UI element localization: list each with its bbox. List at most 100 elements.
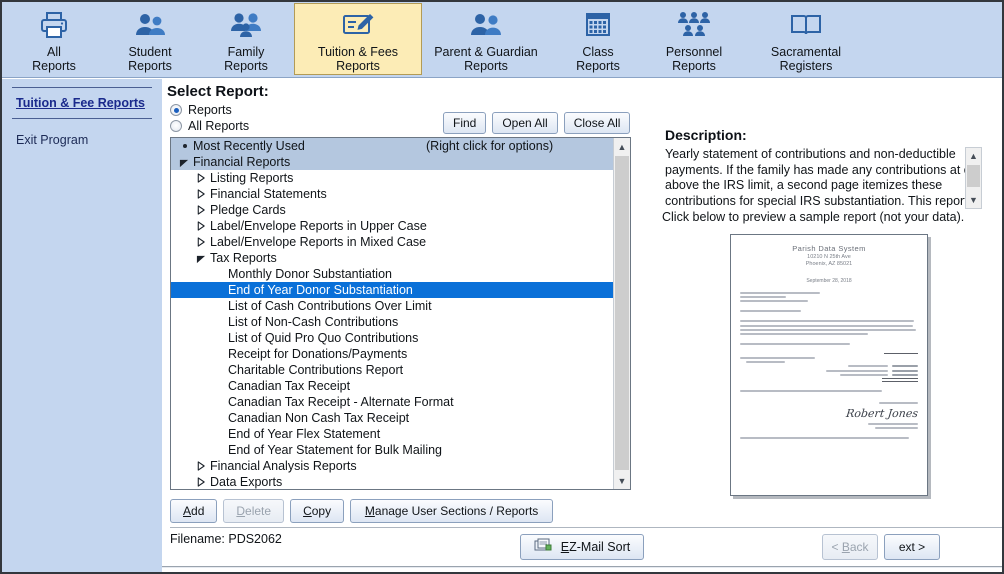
description-scroll-down-button[interactable]: ▼ — [966, 192, 981, 208]
tree-item[interactable]: Label/Envelope Reports in Mixed Case — [171, 234, 613, 250]
toolbar-item-family-reports[interactable]: Family Reports — [198, 3, 294, 75]
manage-user-sections-reports-button[interactable]: Manage User Sections / Reports — [350, 499, 554, 523]
toolbar-item-label: Sacramental Registers — [770, 45, 842, 73]
expanded-triangle-icon[interactable] — [196, 254, 206, 264]
students-icon — [128, 8, 172, 42]
back-button[interactable]: < Back — [822, 534, 878, 560]
tree-item[interactable]: Most Recently Used (Right click for optio… — [171, 138, 613, 154]
filename-label: Filename: PDS2062 — [170, 532, 282, 546]
tree-item-label: Monthly Donor Substantiation — [228, 267, 392, 281]
tree-item-label: End of Year Donor Substantiation — [228, 283, 413, 297]
toolbar-item-label: Class Reports — [576, 45, 620, 73]
preview-body-paragraph — [740, 320, 918, 335]
tree-item-label: Tax Reports — [210, 251, 277, 265]
toolbar-item-all-reports[interactable]: All Reports — [6, 3, 102, 75]
tree-toolbar: Find Open All Close All — [443, 112, 631, 134]
radio-all-reports-indicator — [170, 120, 182, 132]
copy-button[interactable]: Copy — [290, 499, 345, 523]
preview-page-content: Parish Data System 10210 N 25th Ave Phoe… — [740, 244, 919, 486]
radio-reports-label: Reports — [188, 103, 232, 117]
sample-report-preview[interactable]: Parish Data System 10210 N 25th Ave Phoe… — [730, 234, 928, 496]
radio-all-reports-label: All Reports — [188, 119, 250, 133]
ez-mail-sort-button[interactable]: EZ-Mail Sort — [520, 534, 644, 560]
tree-item-label: Pledge Cards — [210, 203, 286, 217]
collapsed-triangle-icon[interactable] — [196, 221, 206, 231]
toolbar-item-class-reports[interactable]: Class Reports — [550, 3, 646, 75]
sidebar-item-tuition-fee-reports[interactable]: Tuition & Fee Reports — [2, 88, 162, 118]
close-all-button[interactable]: Close All — [563, 112, 631, 134]
tree-item[interactable]: Canadian Tax Receipt — [171, 378, 613, 394]
tree-item-label: List of Non-Cash Contributions — [228, 315, 399, 329]
toolbar-item-student-reports[interactable]: Student Reports — [102, 3, 198, 75]
open-book-icon — [784, 8, 828, 42]
radio-reports[interactable]: Reports — [170, 103, 232, 117]
left-sidebar: Tuition & Fee Reports Exit Program — [2, 79, 162, 479]
collapsed-triangle-icon[interactable] — [196, 237, 206, 247]
tree-item[interactable]: Charitable Contributions Report — [171, 362, 613, 378]
preview-signature-block: Robert Jones — [740, 402, 919, 429]
tree-item[interactable]: Receipt for Donations/Payments — [171, 346, 613, 362]
tree-scroll-down-button[interactable]: ▼ — [614, 472, 630, 489]
tree-item[interactable]: End of Year Flex Statement — [171, 426, 613, 442]
description-scroll-up-button[interactable]: ▲ — [966, 148, 981, 164]
wizard-nav-buttons: < Back ext > — [822, 534, 940, 560]
tree-scrollbar-thumb[interactable] — [615, 156, 629, 470]
tree-item[interactable]: Listing Reports — [171, 170, 613, 186]
description-click-hint: Click below to preview a sample report (… — [662, 210, 965, 224]
tree-item-label: Receipt for Donations/Payments — [228, 347, 408, 361]
tree-item[interactable]: End of Year Statement for Bulk Mailing — [171, 442, 613, 458]
tree-item[interactable]: Financial Reports — [171, 154, 613, 170]
sidebar-filler — [2, 479, 162, 572]
delete-button[interactable]: Delete — [223, 499, 285, 523]
tree-item[interactable]: Financial Statements — [171, 186, 613, 202]
collapsed-triangle-icon[interactable] — [196, 477, 206, 487]
preview-recipient-block — [740, 292, 918, 303]
find-button[interactable]: Find — [443, 112, 487, 134]
tree-scrollbar[interactable]: ▲ ▼ — [613, 138, 630, 489]
parents-icon — [464, 8, 508, 42]
tree-item[interactable]: Canadian Tax Receipt - Alternate Format — [171, 394, 613, 410]
collapsed-triangle-icon[interactable] — [196, 173, 206, 183]
tree-item[interactable]: Pledge Cards — [171, 202, 613, 218]
radio-all-reports[interactable]: All Reports — [170, 119, 249, 133]
description-scrollbar-thumb[interactable] — [967, 165, 980, 187]
tree-item-label: Most Recently Used — [193, 139, 305, 153]
tree-item[interactable]: End of Year Donor Substantiation — [171, 282, 613, 298]
toolbar-item-personnel-reports[interactable]: Personnel Reports — [646, 3, 742, 75]
mail-sort-icon — [534, 537, 553, 557]
toolbar-item-label: Tuition & Fees Reports — [317, 45, 399, 73]
tree-item[interactable]: Financial Analysis Reports — [171, 458, 613, 474]
tree-item-label: Financial Analysis Reports — [210, 459, 357, 473]
tree-item-label: Financial Statements — [210, 187, 327, 201]
collapsed-triangle-icon[interactable] — [196, 205, 206, 215]
description-text: Yearly statement of contributions and no… — [665, 147, 980, 208]
ez-mail-sort-label: EZ-Mail Sort — [560, 540, 631, 554]
tree-item[interactable]: Data Exports — [171, 474, 613, 489]
tree-item[interactable]: List of Cash Contributions Over Limit — [171, 298, 613, 314]
tree-item[interactable]: Tax Reports — [171, 250, 613, 266]
report-tree[interactable]: Most Recently Used (Right click for optio… — [170, 137, 631, 490]
preview-letterhead: Parish Data System 10210 N 25th Ave Phoe… — [740, 244, 918, 284]
next-button[interactable]: ext > — [884, 534, 940, 560]
tree-item[interactable]: Canadian Non Cash Tax Receipt — [171, 410, 613, 426]
tree-item-label: Label/Envelope Reports in Mixed Case — [210, 235, 427, 249]
tree-item[interactable]: Monthly Donor Substantiation — [171, 266, 613, 282]
footer-divider — [162, 566, 1002, 568]
tree-scroll-up-button[interactable]: ▲ — [614, 138, 630, 155]
sidebar-item-exit-program[interactable]: Exit Program — [2, 119, 162, 155]
toolbar-item-sacramental-registers[interactable]: Sacramental Registers — [742, 3, 870, 75]
collapsed-triangle-icon[interactable] — [196, 189, 206, 199]
tree-item[interactable]: Label/Envelope Reports in Upper Case — [171, 218, 613, 234]
expanded-triangle-icon[interactable] — [179, 158, 189, 168]
description-scrollbar[interactable]: ▲ ▼ — [965, 147, 982, 209]
open-all-button[interactable]: Open All — [492, 112, 558, 134]
toolbar-item-tuition-and-fees-reports[interactable]: Tuition & Fees Reports — [294, 3, 422, 75]
tree-item[interactable]: List of Quid Pro Quo Contributions — [171, 330, 613, 346]
add-button[interactable]: Add — [170, 499, 218, 523]
collapsed-triangle-icon[interactable] — [196, 461, 206, 471]
preview-address-line: 10210 N 25th Ave — [807, 254, 851, 260]
tree-item-label: Canadian Tax Receipt — [228, 379, 351, 393]
toolbar-item-parent-and-guardian-reports[interactable]: Parent & Guardian Reports — [422, 3, 550, 75]
preview-salutation — [740, 310, 918, 313]
tree-item[interactable]: List of Non-Cash Contributions — [171, 314, 613, 330]
